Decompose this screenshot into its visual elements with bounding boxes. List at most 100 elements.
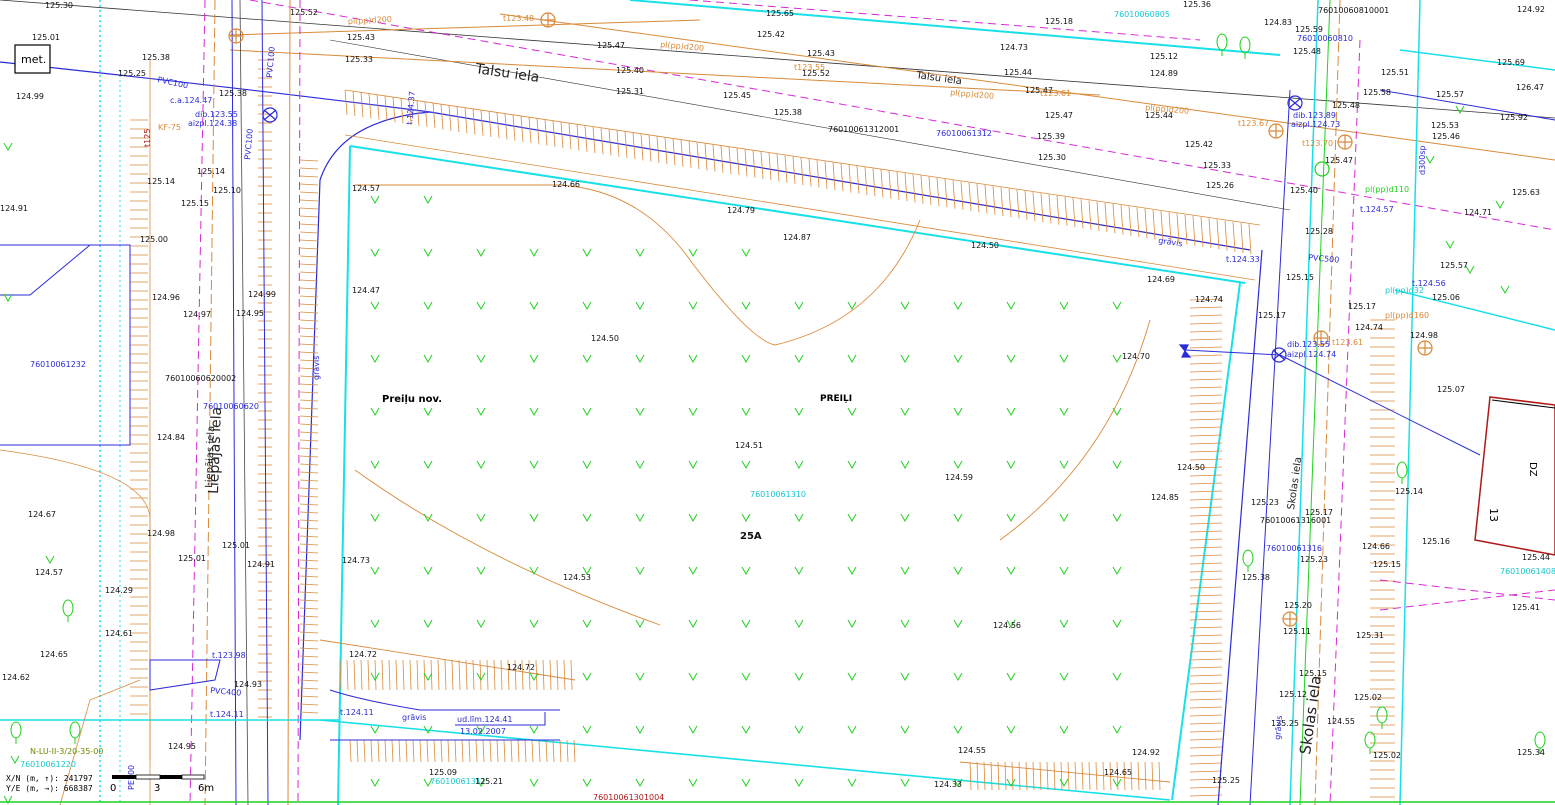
- invert-label: t123.61: [1332, 338, 1363, 347]
- hatch-mark: [1189, 682, 1223, 685]
- hatch-mark: [816, 159, 820, 188]
- grass-icon: [1059, 672, 1069, 682]
- elevation-label: 125.15: [1373, 560, 1401, 569]
- elevation-label: 125.38: [219, 89, 247, 98]
- grass-icon: [635, 672, 645, 682]
- hatch-mark: [1189, 514, 1223, 517]
- hatch-mark: [299, 535, 319, 538]
- hatch-mark: [504, 113, 508, 140]
- hatch-mark: [440, 104, 444, 130]
- hatch-mark: [432, 103, 436, 129]
- grass-icon: [953, 725, 963, 735]
- hatch-mark: [409, 659, 412, 691]
- hatch-mark: [1189, 410, 1223, 413]
- grass-icon: [953, 619, 963, 629]
- hatch-mark: [448, 105, 452, 131]
- hatch-mark: [299, 631, 319, 634]
- well-label: dib.123.55: [195, 110, 238, 119]
- elevation-label: 125.44: [1522, 553, 1550, 562]
- elevation-label: 125.15: [181, 199, 209, 208]
- hatch-mark: [560, 122, 564, 149]
- grass-icon: [1059, 725, 1069, 735]
- hatch-mark: [912, 174, 916, 203]
- grass-icon: [847, 672, 857, 682]
- hatch-mark: [696, 142, 700, 170]
- building[interactable]: [1474, 396, 1555, 556]
- hatch-mark: [299, 543, 319, 546]
- hatch-mark: [1189, 578, 1223, 581]
- grass-icon: [1006, 301, 1016, 311]
- hatch-mark: [1067, 761, 1070, 791]
- well-label: aizpl.124.73: [1291, 120, 1340, 129]
- hatch-mark: [349, 739, 352, 763]
- hatch-mark: [299, 199, 319, 202]
- elevation-label: 124.74: [1355, 323, 1383, 332]
- elevation-label: 125.43: [807, 49, 835, 58]
- grass-icon: [1112, 513, 1122, 523]
- hatch-mark: [969, 761, 972, 791]
- grass-icon: [1059, 778, 1069, 788]
- hatch-mark: [503, 739, 506, 763]
- elevation-label: 124.79: [727, 206, 755, 215]
- hatch-mark: [419, 739, 422, 763]
- hatch-mark: [391, 739, 394, 763]
- hatch-mark: [299, 399, 319, 402]
- hatch-mark: [1189, 354, 1223, 357]
- street-name-talsu: Talsu iela: [473, 61, 540, 86]
- elevation-label: 124.67: [28, 510, 56, 519]
- parcel-id: 76010060620002: [165, 374, 236, 383]
- hatch-mark: [896, 171, 900, 201]
- elevation-label: 125.59: [1295, 25, 1323, 34]
- hatch-mark: [1024, 190, 1028, 220]
- hatch-mark: [299, 511, 319, 514]
- hatch-mark: [720, 145, 724, 173]
- grass-icon: [582, 725, 592, 735]
- grass-icon: [370, 619, 380, 629]
- elevation-label: 124.89: [1150, 69, 1178, 78]
- elevation-label: 124.57: [35, 568, 63, 577]
- hatch-mark: [1081, 761, 1084, 791]
- grass-icon: [370, 778, 380, 788]
- hatch-mark: [768, 152, 772, 181]
- hatch-mark: [1189, 426, 1223, 429]
- grass-icon: [370, 725, 380, 735]
- hatch-mark: [299, 527, 319, 530]
- grass-icon: [900, 778, 910, 788]
- hatch-mark: [545, 739, 548, 763]
- grass-icon: [582, 354, 592, 364]
- hatch-mark: [983, 761, 986, 791]
- elevation-label: 125.52: [290, 8, 318, 17]
- hatch-mark: [299, 703, 319, 706]
- hatch-mark: [1189, 370, 1223, 373]
- parcel-id: 76010061312001: [828, 125, 899, 134]
- hatch-mark: [848, 164, 852, 193]
- grass-icon: [847, 513, 857, 523]
- grass-icon: [847, 354, 857, 364]
- grass-icon: [423, 619, 433, 629]
- elevation-label: 124.96: [152, 293, 180, 302]
- hatch-mark: [437, 659, 440, 691]
- hatch-mark: [475, 739, 478, 763]
- grass-icon: [529, 725, 539, 735]
- hydrant-icon: [1178, 344, 1192, 358]
- grass-icon: [688, 460, 698, 470]
- building-tag-label: met.: [21, 53, 46, 66]
- hatch-mark: [486, 659, 489, 691]
- hatch-mark: [299, 431, 319, 434]
- hatch-mark: [299, 287, 319, 290]
- hatch-mark: [538, 739, 541, 763]
- invert-label: t.124.11: [340, 708, 374, 717]
- grass-icon: [582, 248, 592, 258]
- topographic-map[interactable]: Talsu iela Talsu iela Skolas iela Skolas…: [0, 0, 1555, 805]
- hatch-mark: [544, 119, 548, 146]
- grass-icon: [900, 619, 910, 629]
- hatch-mark: [360, 92, 364, 118]
- hatch-mark: [299, 439, 319, 442]
- elevation-label: 124.65: [40, 650, 68, 659]
- elevation-label: 125.06: [1432, 293, 1460, 302]
- building-number-label: 13: [1487, 508, 1500, 522]
- pipe-label: PVC100: [157, 75, 189, 90]
- hatch-mark: [1189, 738, 1223, 741]
- manhole-icon: [1417, 340, 1433, 356]
- scale-label: 3: [154, 783, 160, 794]
